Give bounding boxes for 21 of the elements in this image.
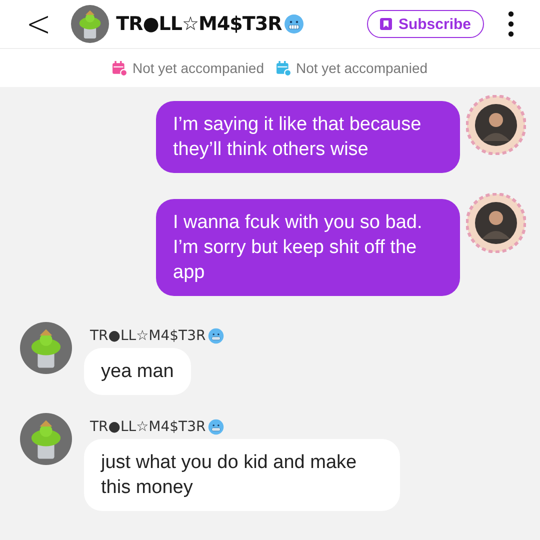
- sender-name: TR●LL☆M4$T3R: [90, 328, 206, 344]
- status-label: Not yet accompanied: [132, 60, 264, 76]
- status-label: Not yet accompanied: [296, 60, 428, 76]
- bookmark-icon: [380, 18, 392, 30]
- back-button[interactable]: <: [26, 3, 52, 45]
- message-bubble: I wanna fcuk with you so bad. I’m sorry but keep shit off the app: [156, 199, 460, 296]
- more-icon[interactable]: [508, 11, 514, 37]
- contact-name: TR●LL☆M4$T3R: [116, 13, 282, 35]
- message-bubble: I’m saying it like that because they’ll think others wise: [156, 101, 460, 173]
- avatar: [466, 95, 526, 155]
- message-bubble: just what you do kid and make this money: [84, 439, 400, 511]
- avatar: [71, 5, 110, 43]
- avatar: [20, 322, 72, 374]
- cold-face-icon: [208, 419, 224, 435]
- cold-face-icon: [284, 14, 304, 34]
- sender-name: TR●LL☆M4$T3R: [90, 419, 206, 435]
- avatar: [466, 193, 526, 253]
- avatar: [20, 413, 72, 465]
- subscribe-button[interactable]: Subscribe: [367, 10, 484, 38]
- message-bubble: yea man: [84, 348, 191, 395]
- cold-face-icon: [208, 328, 224, 344]
